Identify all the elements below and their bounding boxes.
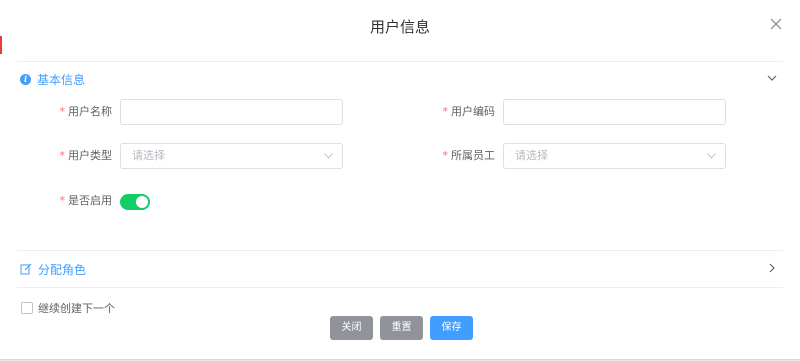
enabled-label: * 是否启用 [59,194,113,207]
username-input[interactable] [120,99,343,125]
usercode-label: * 用户编码 [442,105,496,118]
section-divider [17,250,783,251]
info-circle-icon: i [20,73,31,85]
usertype-select[interactable]: 请选择 [120,143,343,169]
chevron-down-icon [324,153,333,159]
chevron-down-icon [767,75,777,81]
chevron-down-icon [707,153,716,159]
close-button[interactable]: 关闭 [330,316,373,340]
section-assign-roles-header[interactable]: 分配角色 [20,259,780,279]
continue-create-checkbox[interactable] [21,302,33,314]
continue-create-label[interactable]: 继续创建下一个 [38,300,115,316]
enabled-switch[interactable] [120,194,150,210]
edit-icon [20,263,32,275]
employee-placeholder: 请选择 [515,149,548,162]
dialog-title: 用户信息 [369,18,430,36]
left-edge-marker [0,36,2,54]
reset-button[interactable]: 重置 [380,316,423,340]
usertype-placeholder: 请选择 [132,149,165,162]
username-label: * 用户名称 [59,105,113,118]
section-basic-info-header[interactable]: i 基本信息 [20,69,780,89]
user-info-dialog: 用户信息 i 基本信息 * 用户名称 * 用户编码 * 用户类型 请选择 * 所属员工 … [0,0,800,360]
section-assign-roles-title: 分配角色 [38,262,87,277]
employee-select[interactable]: 请选择 [503,143,726,169]
chevron-right-icon [769,263,775,273]
usercode-input[interactable] [503,99,726,125]
switch-knob [136,196,148,208]
close-icon[interactable] [768,16,784,32]
footer-divider [17,287,783,288]
employee-label: * 所属员工 [442,149,496,162]
header-divider [17,61,783,62]
section-basic-info-title: 基本信息 [37,72,86,87]
usertype-label: * 用户类型 [59,149,113,162]
save-button[interactable]: 保存 [430,316,473,340]
